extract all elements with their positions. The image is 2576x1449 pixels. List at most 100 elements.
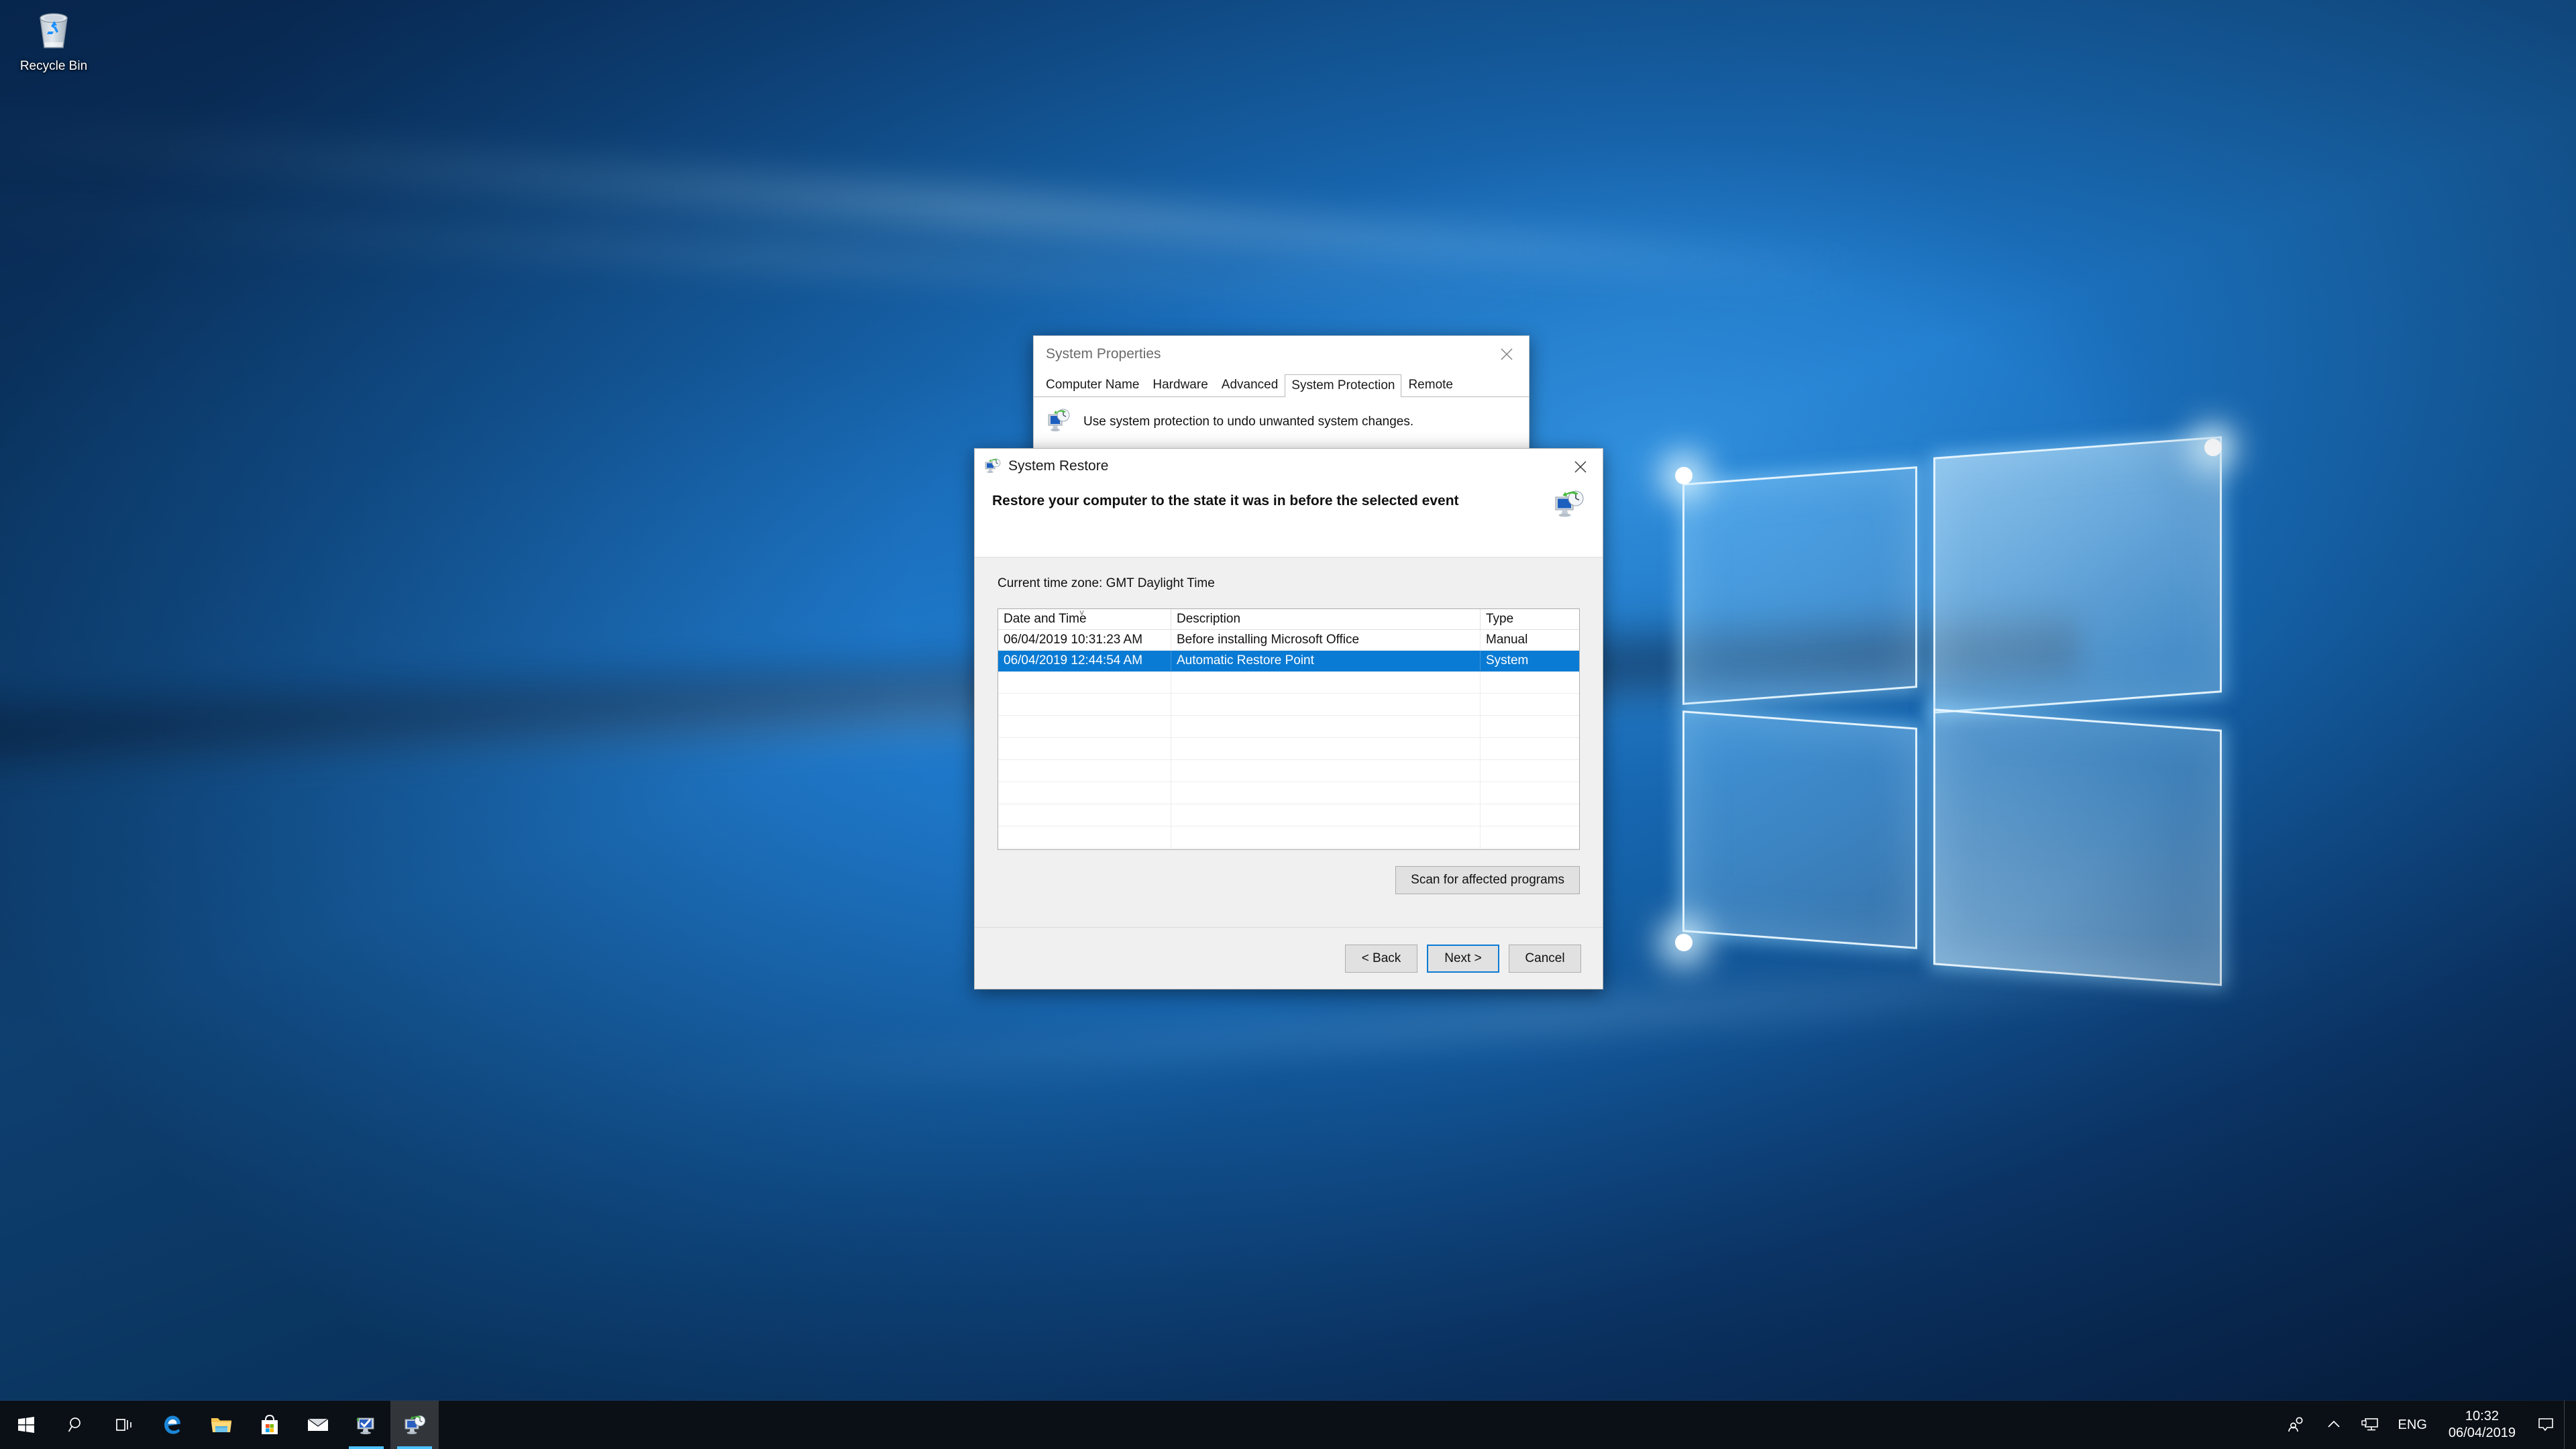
- system-protection-icon: [1044, 407, 1073, 438]
- taskbar-running-indicator: [349, 1446, 384, 1449]
- system-restore-dialog: System Restore Restore your computer to …: [974, 448, 1603, 989]
- column-header-type[interactable]: Type: [1481, 609, 1579, 629]
- cancel-button[interactable]: Cancel: [1509, 944, 1581, 973]
- mail-icon: [307, 1418, 329, 1431]
- cell-empty: [998, 782, 1171, 804]
- cell-empty: [998, 716, 1171, 737]
- file-explorer-button[interactable]: [197, 1401, 246, 1449]
- chevron-down-icon: ˅: [1079, 609, 1085, 618]
- column-header-description[interactable]: Description: [1171, 609, 1481, 629]
- close-icon[interactable]: [1558, 449, 1603, 485]
- dialog-button-bar: < Back Next > Cancel: [975, 927, 1603, 989]
- table-row-empty[interactable]: [998, 826, 1579, 849]
- tab-advanced[interactable]: Advanced: [1214, 374, 1285, 396]
- folder-icon: [211, 1418, 231, 1432]
- task-view-icon: [116, 1419, 131, 1431]
- scan-row: Scan for affected programs: [998, 850, 1580, 894]
- cell-date-and-time: 06/04/2019 12:44:54 AM: [998, 651, 1171, 671]
- cell-description: Automatic Restore Point: [1171, 651, 1481, 671]
- column-header-date-and-time[interactable]: Date and Time ˅: [998, 609, 1171, 629]
- system-properties-title: System Properties: [1046, 346, 1161, 362]
- taskbar-active-indicator: [397, 1446, 432, 1449]
- cell-empty: [998, 672, 1171, 693]
- cell-empty: [1171, 826, 1481, 848]
- cell-empty: [998, 804, 1171, 826]
- clock-date: 06/04/2019: [2448, 1426, 2516, 1440]
- cell-empty: [1171, 782, 1481, 804]
- search-icon: [68, 1417, 80, 1432]
- scan-for-affected-programs-button[interactable]: Scan for affected programs: [1395, 866, 1580, 894]
- system-restore-title: System Restore: [1008, 458, 1109, 474]
- cell-empty: [1171, 804, 1481, 826]
- cell-empty: [1481, 782, 1579, 804]
- table-row-empty[interactable]: [998, 672, 1579, 694]
- language-indicator[interactable]: ENG: [2389, 1401, 2436, 1449]
- system-properties-icon: [356, 1417, 374, 1434]
- cell-empty: [998, 738, 1171, 759]
- cell-empty: [1481, 760, 1579, 782]
- system-restore-large-icon: [1553, 489, 1585, 525]
- table-row-empty[interactable]: [998, 716, 1579, 738]
- show-desktop-button[interactable]: [2564, 1401, 2571, 1449]
- cell-empty: [998, 760, 1171, 782]
- search-button[interactable]: [52, 1401, 101, 1449]
- cell-empty: [998, 826, 1171, 848]
- speech-bubble-icon: [2538, 1418, 2553, 1432]
- mail-button[interactable]: [294, 1401, 342, 1449]
- restore-point-list-header: Date and Time ˅ Description Type: [998, 609, 1579, 630]
- restore-point-list[interactable]: Date and Time ˅ Description Type 06/04/2…: [998, 608, 1580, 850]
- cell-type: Manual: [1486, 633, 1528, 647]
- close-icon[interactable]: [1485, 336, 1529, 372]
- store-icon: [262, 1414, 278, 1434]
- clock[interactable]: 10:32 06/04/2019: [2436, 1401, 2528, 1449]
- microsoft-edge-button[interactable]: [149, 1401, 197, 1449]
- recycle-bin-icon: [9, 5, 98, 56]
- task-view-button[interactable]: [101, 1401, 149, 1449]
- cell-empty: [1481, 804, 1579, 826]
- cell-empty: [1481, 826, 1579, 848]
- network-monitor-icon: [2361, 1418, 2378, 1431]
- system-restore-titlebar[interactable]: System Restore: [975, 449, 1603, 484]
- tab-remote[interactable]: Remote: [1401, 374, 1460, 396]
- table-row-empty[interactable]: [998, 694, 1579, 716]
- table-row-empty[interactable]: [998, 804, 1579, 826]
- table-row-selected[interactable]: 06/04/2019 12:44:54 AM Automatic Restore…: [998, 651, 1579, 672]
- people-button[interactable]: [2277, 1401, 2316, 1449]
- network-button[interactable]: [2351, 1401, 2389, 1449]
- system-restore-header: Restore your computer to the state it wa…: [975, 484, 1603, 557]
- system-restore-icon: [984, 458, 1002, 475]
- show-hidden-icons-button[interactable]: [2316, 1401, 2351, 1449]
- system-restore-body: Current time zone: GMT Daylight Time Dat…: [975, 557, 1603, 927]
- system-properties-tabstrip: Computer Name Hardware Advanced System P…: [1034, 372, 1529, 397]
- empty-rows-container: [998, 672, 1579, 849]
- desktop-icon-recycle-bin[interactable]: Recycle Bin: [9, 5, 98, 74]
- next-button[interactable]: Next >: [1427, 944, 1499, 973]
- page-title: Restore your computer to the state it wa…: [992, 493, 1459, 508]
- cell-empty: [1481, 694, 1579, 715]
- tab-system-protection[interactable]: System Protection: [1285, 374, 1402, 397]
- cell-empty: [1171, 694, 1481, 715]
- cell-empty: [1481, 672, 1579, 693]
- system-properties-titlebar[interactable]: System Properties: [1034, 336, 1529, 372]
- taskbar-item-system-restore[interactable]: [390, 1401, 439, 1449]
- desktop-icon-label: Recycle Bin: [19, 59, 88, 73]
- tab-hardware[interactable]: Hardware: [1146, 374, 1215, 396]
- cell-empty: [1171, 672, 1481, 693]
- back-button[interactable]: < Back: [1345, 944, 1417, 973]
- cell-type: System: [1486, 653, 1529, 667]
- table-row[interactable]: 06/04/2019 10:31:23 AM Before installing…: [998, 630, 1579, 651]
- action-center-button[interactable]: [2528, 1401, 2564, 1449]
- microsoft-store-button[interactable]: [246, 1401, 294, 1449]
- cell-empty: [1481, 738, 1579, 759]
- cell-empty: [1171, 760, 1481, 782]
- taskbar: ENG 10:32 06/04/2019: [0, 1401, 2576, 1449]
- cell-empty: [1171, 716, 1481, 737]
- start-button[interactable]: [0, 1401, 52, 1449]
- table-row-empty[interactable]: [998, 738, 1579, 760]
- taskbar-item-system-properties[interactable]: [342, 1401, 390, 1449]
- people-icon: [2288, 1417, 2303, 1432]
- tab-computer-name[interactable]: Computer Name: [1039, 374, 1146, 396]
- table-row-empty[interactable]: [998, 782, 1579, 804]
- table-row-empty[interactable]: [998, 760, 1579, 782]
- system-properties-window: System Properties Computer Name Hardware…: [1033, 335, 1529, 464]
